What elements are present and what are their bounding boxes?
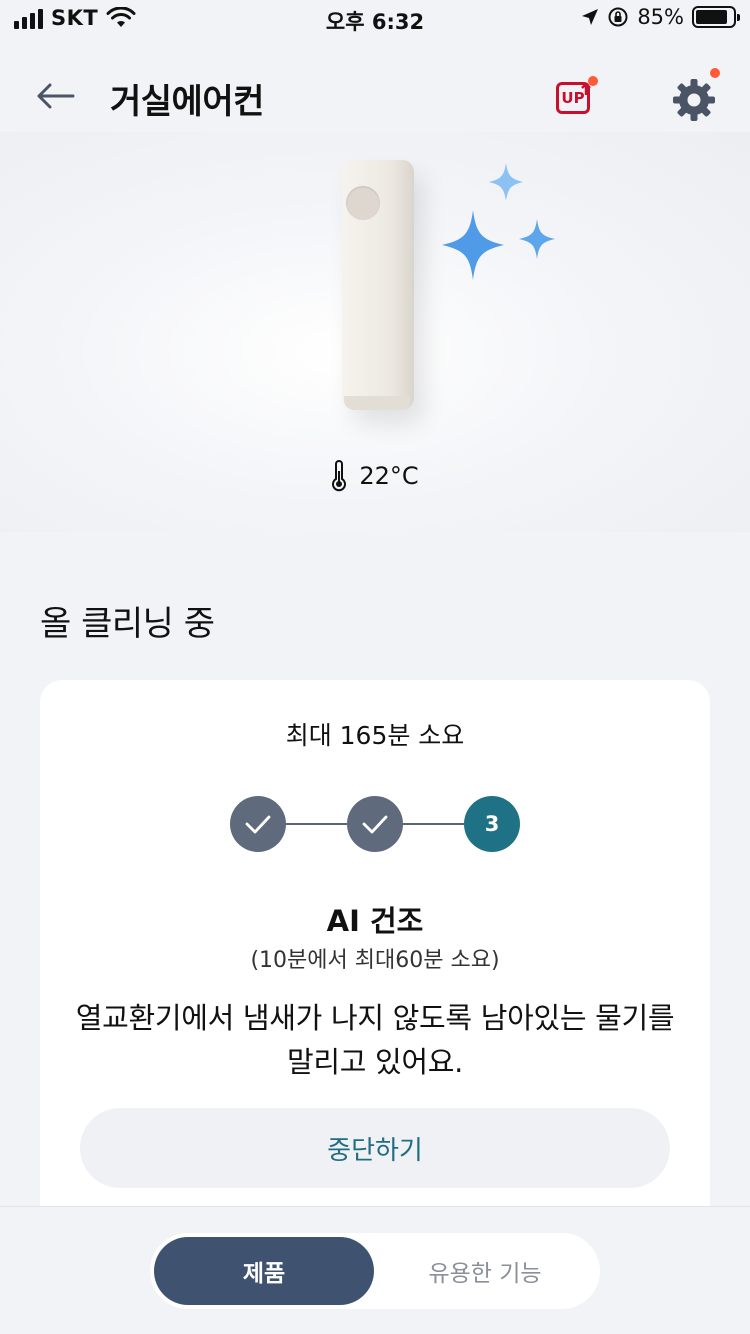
tab-product[interactable]: 제품: [154, 1237, 374, 1305]
duration-text: 최대 165분 소요: [285, 721, 465, 750]
battery-icon: [692, 6, 740, 28]
step-title: AI 건조: [326, 904, 424, 938]
back-button[interactable]: [34, 76, 78, 116]
cleaning-status-card: 최대 165분 소요 3 AI 건조 (10분에서 최대60분 소요) 열교환기…: [40, 680, 710, 1240]
section-title: 올 클리닝 중: [40, 604, 215, 644]
step-1-done: [230, 796, 286, 852]
step-description: 열교환기에서 냄새가 나지 않도록 남아있는 물기를 말리고 있어요.: [75, 1001, 675, 1079]
settings-button[interactable]: [670, 68, 720, 124]
bottom-bar: 제품 유용한 기능: [0, 1206, 750, 1334]
temperature-value: 22°C: [359, 462, 419, 490]
sparkle-icon-large: [442, 210, 504, 280]
thermometer-icon: [332, 460, 347, 492]
status-bar: SKT 오후 6:32 85%: [0, 0, 750, 40]
step-3-active: 3: [464, 796, 520, 852]
air-conditioner-base: [344, 396, 410, 410]
step-2-done: [347, 796, 403, 852]
settings-notification-dot: [710, 68, 720, 78]
header: 거실에어컨 UP: [0, 60, 750, 132]
air-conditioner-sensor: [346, 186, 380, 220]
stop-button[interactable]: 중단하기: [80, 1108, 670, 1188]
check-icon: [245, 815, 271, 834]
step-progress: 3: [230, 796, 520, 852]
air-conditioner-image: [342, 160, 414, 410]
status-right: 85%: [581, 5, 740, 29]
up-button[interactable]: UP: [552, 76, 598, 118]
battery-percent: 85%: [637, 5, 684, 29]
sparkle-icon-small: [519, 219, 555, 259]
check-icon: [362, 815, 388, 834]
tab-useful-features[interactable]: 유용한 기능: [374, 1237, 596, 1305]
step-connector: [403, 823, 464, 825]
up-notification-dot: [588, 76, 598, 86]
tab-switcher: 제품 유용한 기능: [150, 1233, 600, 1309]
gear-icon: [673, 79, 715, 121]
device-hero: 22°C: [0, 132, 750, 532]
page-title: 거실에어컨: [110, 82, 264, 122]
location-icon: [582, 9, 599, 25]
back-arrow-icon: [37, 83, 75, 109]
battery-fill: [696, 10, 727, 24]
step-number: 3: [484, 812, 500, 836]
temperature-readout: 22°C: [0, 460, 750, 492]
orientation-lock-icon: [608, 7, 628, 27]
sparkle-icon-top: [489, 163, 523, 201]
step-subtitle: (10분에서 최대60분 소요): [250, 948, 500, 973]
step-connector: [286, 823, 347, 825]
